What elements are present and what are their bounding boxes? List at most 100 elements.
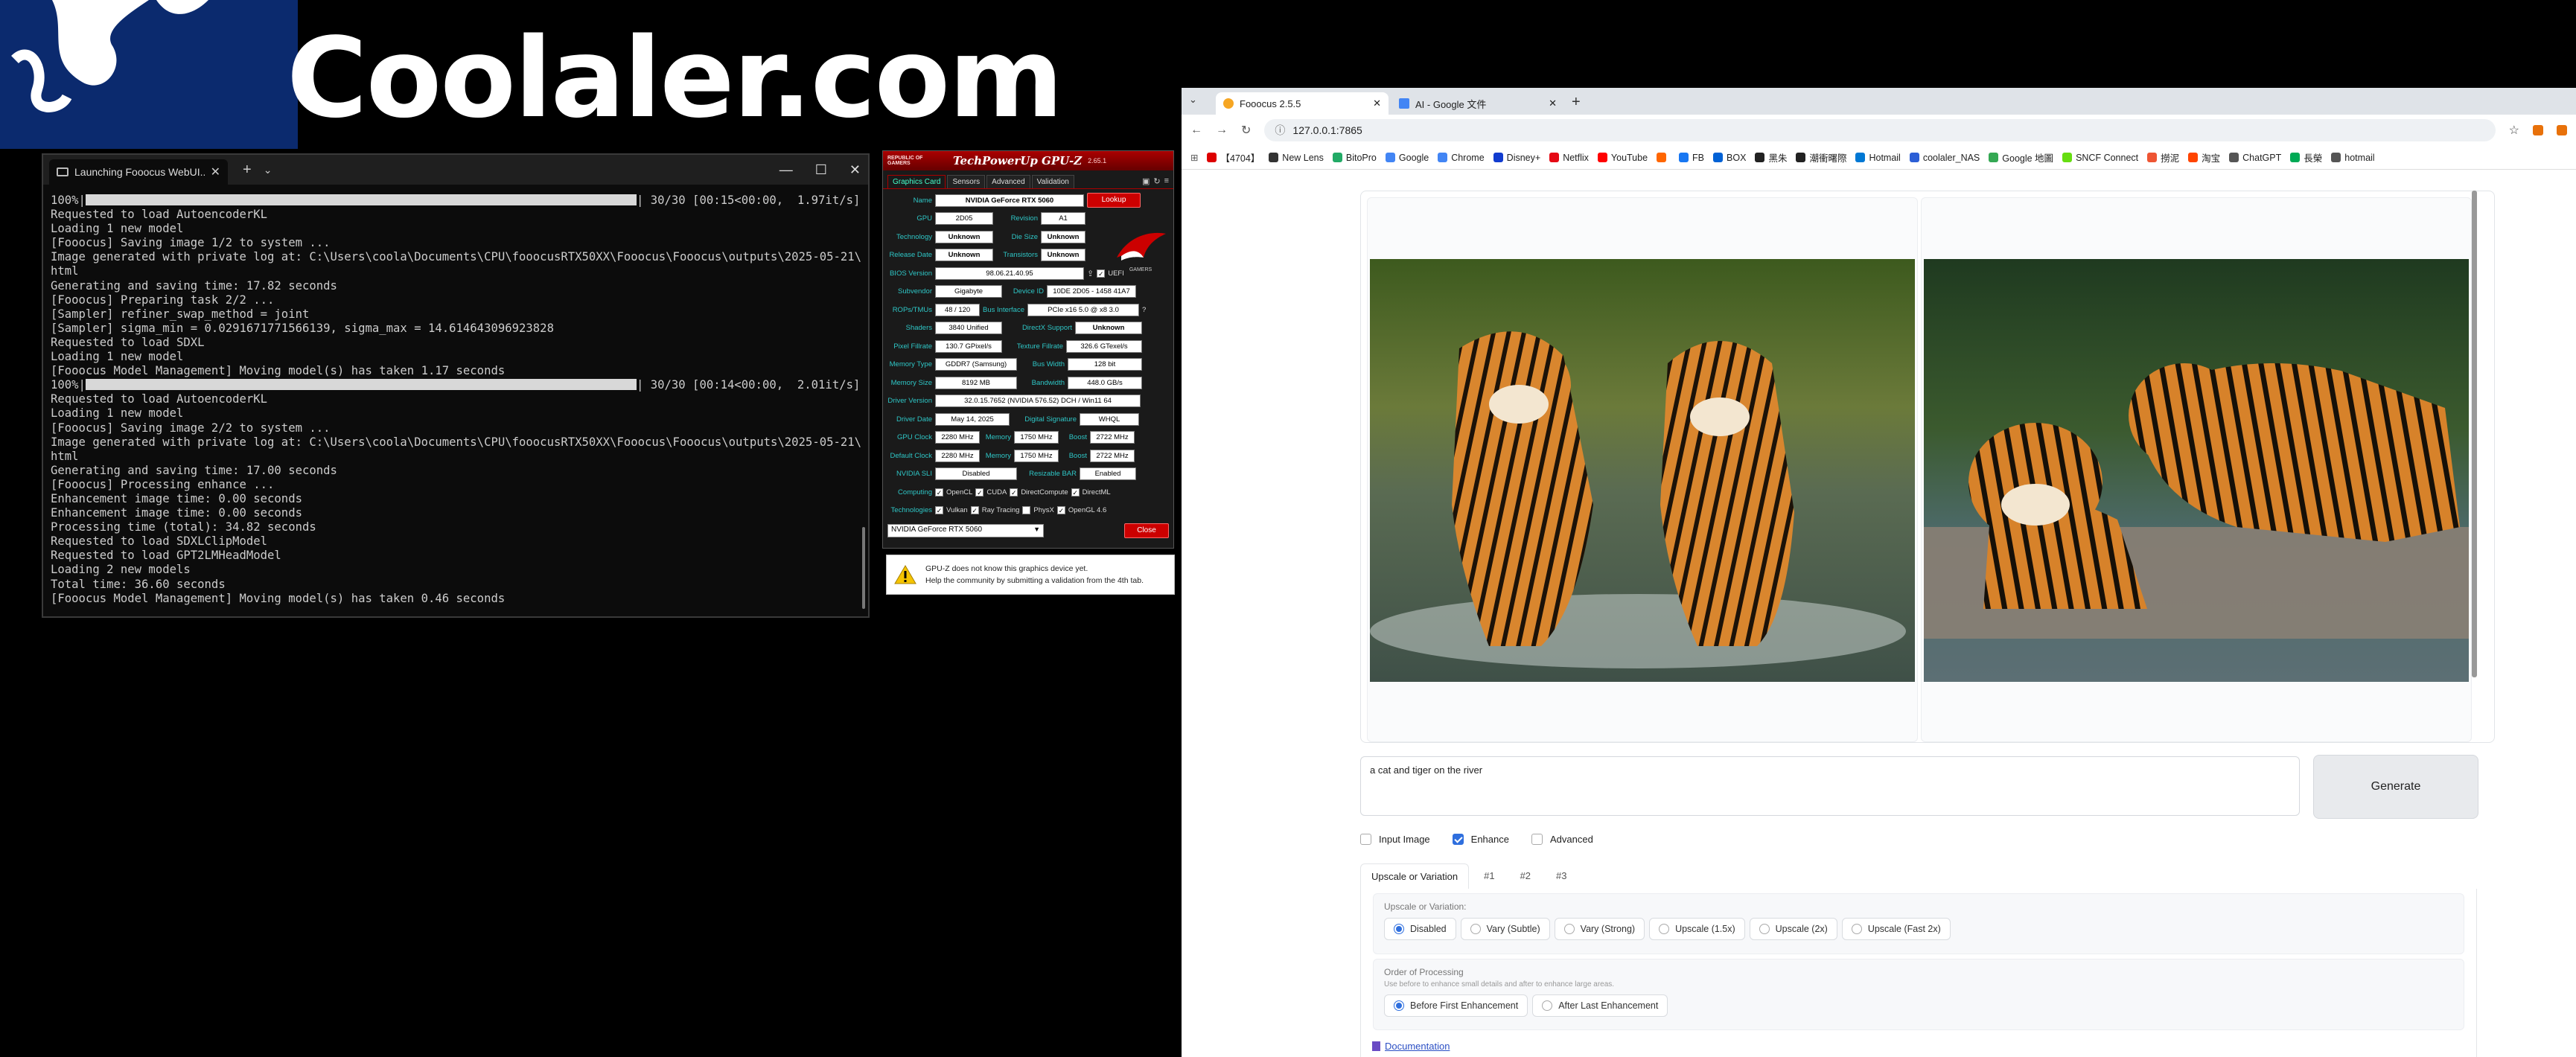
terminal-output[interactable]: 100%| | 30/30 [00:15<00:00, 1.97it/s] Requ… (43, 185, 868, 606)
radio-dot[interactable] (1394, 924, 1404, 934)
radio-upscale-1-5x[interactable]: Upscale (1.5x) (1649, 918, 1745, 940)
forward-icon[interactable]: → (1216, 124, 1228, 137)
bookmark-item[interactable]: New Lens (1269, 153, 1324, 163)
gpuz-titlebar[interactable]: REPUBLIC OF GAMERS TechPowerUp GPU-Z 2.6… (883, 151, 1173, 170)
menu-icon[interactable]: ≡ (1164, 176, 1169, 186)
checkbox-box[interactable] (1452, 834, 1464, 845)
gallery-item[interactable] (1921, 197, 2472, 742)
chevron-down-icon[interactable]: ⌄ (264, 164, 272, 176)
radio-dot[interactable] (1759, 924, 1770, 934)
camera-icon[interactable]: ▣ (1142, 176, 1150, 186)
bookmark-item[interactable]: Disney+ (1493, 153, 1540, 163)
back-icon[interactable]: ← (1190, 124, 1202, 137)
radio-before-first[interactable]: Before First Enhancement (1384, 994, 1528, 1017)
radio-dot[interactable] (1470, 924, 1481, 934)
gpuz-window[interactable]: REPUBLIC OF GAMERS TechPowerUp GPU-Z 2.6… (882, 150, 1174, 549)
bookmark-star-icon[interactable]: ☆ (2509, 123, 2519, 138)
minimize-icon[interactable]: — (780, 162, 793, 178)
bookmark-item[interactable]: Hotmail (1855, 153, 1901, 163)
extension-icon[interactable] (2533, 125, 2543, 135)
checkbox-box[interactable] (1360, 834, 1371, 845)
browser-window[interactable]: ⌄ Fooocus 2.5.5 ✕ AI - Google 文件 ✕ + ← →… (1182, 88, 2576, 1057)
bookmark-item[interactable]: 長榮 (2290, 150, 2322, 165)
tab-3[interactable]: #3 (1546, 863, 1577, 889)
gpuz-tab-graphics-card[interactable]: Graphics Card (887, 175, 946, 188)
refresh-icon[interactable]: ↻ (1153, 176, 1160, 186)
bookmark-item[interactable]: Netflix (1549, 153, 1589, 163)
generate-button[interactable]: Generate (2313, 755, 2478, 819)
bookmark-item[interactable]: FB (1679, 153, 1704, 163)
tab-2[interactable]: #2 (1510, 863, 1541, 889)
tab-search-icon[interactable]: ⌄ (1189, 94, 1197, 106)
terminal-titlebar[interactable]: Launching Fooocus WebUI... ✕ + ⌄ — ☐ ✕ (43, 155, 868, 185)
share-icon[interactable]: ⇪ (1087, 269, 1094, 278)
radio-dot[interactable] (1563, 924, 1575, 934)
radio-dot[interactable] (1851, 924, 1862, 934)
apps-icon[interactable]: ⊞ (1190, 152, 1198, 163)
maximize-icon[interactable]: ☐ (815, 162, 827, 178)
generated-image-1[interactable] (1370, 259, 1915, 682)
advanced-checkbox[interactable]: Advanced (1531, 834, 1593, 845)
close-tab-icon[interactable]: ✕ (1373, 98, 1381, 109)
bookmark-item[interactable]: YouTube (1597, 153, 1648, 163)
bookmark-item[interactable]: 潮衝曙際 (1796, 150, 1846, 165)
bookmark-item[interactable]: BOX (1713, 153, 1746, 163)
bookmark-item[interactable] (1657, 153, 1670, 162)
bookmark-item[interactable]: coolaler_NAS (1909, 153, 1980, 163)
terminal-scrollbar[interactable] (862, 527, 865, 609)
site-info-icon[interactable]: ⓘ (1275, 123, 1285, 138)
radio-upscale-fast-2x[interactable]: Upscale (Fast 2x) (1841, 918, 1951, 940)
radio-dot[interactable] (1659, 924, 1670, 934)
bookmark-item[interactable]: 黑朱 (1755, 150, 1787, 165)
close-icon[interactable]: ✕ (849, 162, 861, 178)
enhance-checkbox[interactable]: Enhance (1452, 834, 1509, 845)
radio-dot[interactable] (1394, 1000, 1404, 1011)
lookup-button[interactable]: Lookup (1087, 193, 1141, 208)
terminal-tab[interactable]: Launching Fooocus WebUI... ✕ (49, 159, 228, 185)
bookmark-item[interactable]: 撈泥 (2147, 150, 2179, 165)
gpuz-graphics-card-panel: GAMERS Name NVIDIA GeForce RTX 5060 Lookup… (883, 189, 1173, 522)
radio-vary-subtle[interactable]: Vary (Subtle) (1460, 918, 1550, 940)
extension-icon[interactable] (2557, 125, 2567, 135)
close-tab-icon[interactable]: ✕ (1549, 98, 1557, 109)
bookmark-item[interactable]: Chrome (1438, 153, 1485, 163)
input-image-checkbox[interactable]: Input Image (1360, 834, 1430, 845)
generated-image-2[interactable] (1924, 259, 2469, 682)
radio-disabled[interactable]: Disabled (1384, 918, 1456, 940)
gpu-select[interactable]: NVIDIA GeForce RTX 5060 ▼ (887, 524, 1044, 537)
radio-dot[interactable] (1542, 1000, 1553, 1011)
gallery-item[interactable] (1367, 197, 1918, 742)
tab-1[interactable]: #1 (1473, 863, 1505, 889)
documentation-link[interactable]: Documentation (1372, 1041, 1450, 1052)
terminal-window[interactable]: Launching Fooocus WebUI... ✕ + ⌄ — ☐ ✕ 1… (42, 153, 870, 618)
gallery-scrollbar[interactable] (2472, 191, 2477, 677)
tab-fooocus[interactable]: Fooocus 2.5.5 ✕ (1216, 92, 1389, 115)
new-tab-icon[interactable]: + (243, 162, 252, 179)
gpuz-tab-validation[interactable]: Validation (1031, 175, 1074, 188)
radio-vary-strong[interactable]: Vary (Strong) (1554, 918, 1645, 940)
bookmark-item[interactable]: SNCF Connect (2062, 153, 2138, 163)
gpuz-tab-advanced[interactable]: Advanced (986, 175, 1030, 188)
help-icon[interactable]: ? (1142, 306, 1146, 314)
bookmark-item[interactable]: Google (1385, 153, 1429, 163)
bookmark-item[interactable]: 淘宝 (2188, 150, 2220, 165)
tab-google-docs[interactable]: AI - Google 文件 ✕ (1391, 92, 1564, 115)
bookmark-item[interactable]: 【4704】 (1207, 150, 1260, 165)
tab-upscale-or-variation[interactable]: Upscale or Variation (1360, 863, 1470, 890)
gpuz-tab-sensors[interactable]: Sensors (947, 175, 986, 188)
reload-icon[interactable]: ↻ (1241, 123, 1251, 138)
close-tab-icon[interactable]: ✕ (211, 165, 220, 179)
bookmark-item[interactable]: BitoPro (1332, 153, 1377, 163)
bookmark-item[interactable]: ChatGPT (2229, 153, 2281, 163)
label-release-date: Release Date (889, 251, 932, 260)
checkbox-box[interactable] (1531, 834, 1543, 845)
radio-upscale-2x[interactable]: Upscale (2x) (1749, 918, 1837, 940)
bookmark-item[interactable]: Google 地圖 (1989, 150, 2053, 165)
gpuz-toolbar: ▣ ↻ ≡ (1142, 176, 1169, 186)
url-bar[interactable]: ⓘ 127.0.0.1:7865 (1264, 119, 2496, 141)
radio-after-last[interactable]: After Last Enhancement (1532, 994, 1668, 1017)
prompt-input[interactable]: a cat and tiger on the river (1360, 756, 2300, 816)
close-button[interactable]: Close (1124, 523, 1169, 538)
bookmark-item[interactable]: hotmail (2331, 153, 2375, 163)
new-tab-icon[interactable]: + (1572, 94, 1581, 111)
